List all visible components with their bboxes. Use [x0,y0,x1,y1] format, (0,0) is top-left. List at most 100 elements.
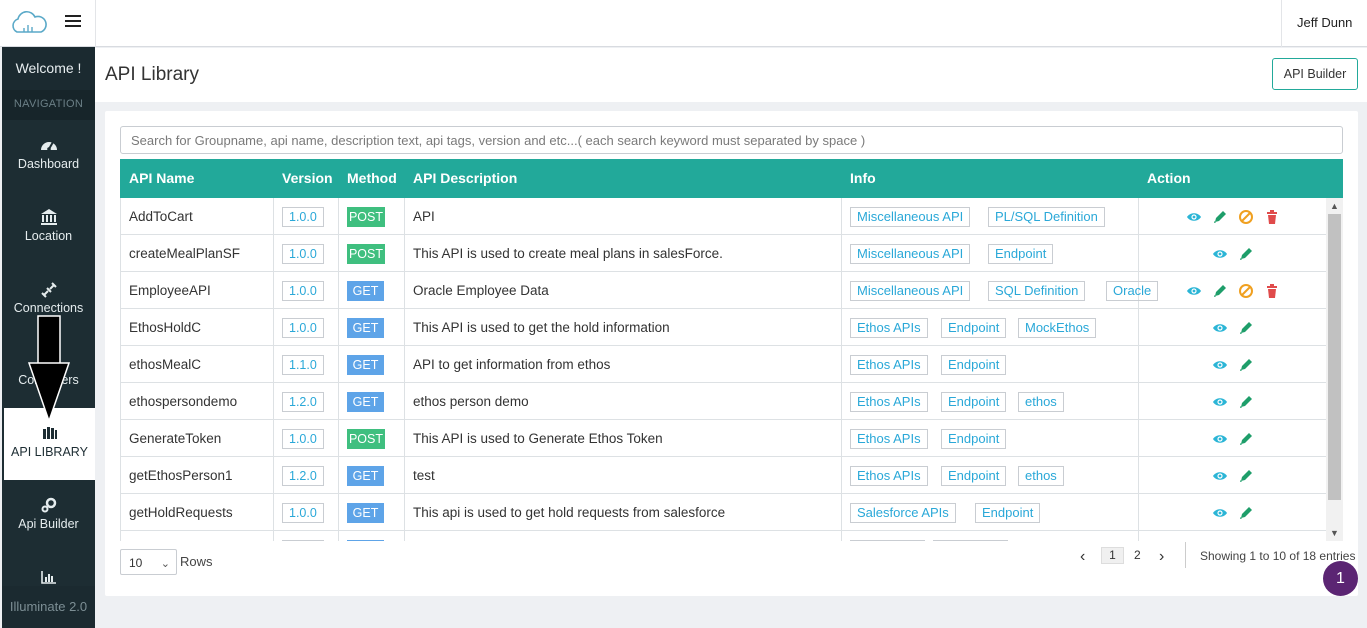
sidebar-item-location[interactable]: Location [2,192,95,264]
info-tag[interactable]: Oracle [1106,281,1159,301]
edit-icon[interactable] [1238,320,1254,336]
info-tag[interactable]: Endpoint [941,392,1007,412]
api-description: API to get information from ethos [413,357,611,372]
view-icon[interactable] [1186,283,1202,299]
view-icon[interactable] [1212,431,1228,447]
page-1-button[interactable]: 1 [1101,547,1124,564]
view-icon[interactable] [1212,246,1228,262]
column-header-version[interactable]: Version [282,170,333,186]
info-tag[interactable]: Miscellaneous API [850,207,971,227]
delete-icon[interactable] [1264,283,1280,299]
api-name: ethospersondemo [129,394,238,409]
view-icon[interactable] [1186,209,1202,225]
sidebar-item-connections[interactable]: Connections [2,264,95,336]
column-divider [1138,457,1139,494]
info-tag[interactable]: Endpoint [941,429,1007,449]
disable-icon[interactable] [1238,283,1254,299]
info-tag[interactable] [850,540,925,541]
info-tag[interactable]: SQL Definition [988,281,1086,301]
column-header-info[interactable]: Info [850,170,876,186]
info-tag[interactable]: Ethos APIs [850,392,928,412]
column-header-api-name[interactable]: API Name [129,170,194,186]
pager-divider [1185,542,1186,568]
edit-icon[interactable] [1238,357,1254,373]
info-tag[interactable]: PL/SQL Definition [988,207,1105,227]
sidebar-item-containers[interactable]: Containers [2,336,95,408]
info-tag[interactable]: Endpoint [988,244,1054,264]
sidebar-item-api-library[interactable]: API LIBRARY [4,408,95,480]
info-tag[interactable]: Endpoint [941,466,1007,486]
previous-page-icon[interactable]: ‹ [1080,548,1085,566]
table-row[interactable]: createMealPlanSF 1.0.0 POST This API is use… [121,235,1327,272]
disable-icon[interactable] [1238,209,1254,225]
table-row[interactable]: GenerateToken 1.0.0 POST This API is used t… [121,420,1327,457]
view-icon[interactable] [1212,320,1228,336]
table-row[interactable]: EmployeeAPI 1.0.0 GET Oracle Employee Data M… [121,272,1327,309]
info-tag[interactable]: Ethos APIs [850,318,928,338]
scroll-up-icon[interactable]: ▲ [1330,201,1339,211]
info-tag[interactable] [933,540,1008,541]
page-2-button[interactable]: 2 [1134,548,1141,562]
table-row[interactable]: GET [121,531,1327,541]
table-row[interactable]: ethospersondemo 1.2.0 GET ethos person demo… [121,383,1327,420]
edit-icon[interactable] [1212,209,1228,225]
table-row[interactable]: getEthosPerson1 1.2.0 GET test Ethos APIs End… [121,457,1327,494]
view-icon[interactable] [1212,394,1228,410]
info-tag[interactable]: Endpoint [975,503,1041,523]
info-tag[interactable]: Miscellaneous API [850,244,971,264]
user-menu[interactable]: Jeff Dunn [1297,15,1352,30]
search-input[interactable] [120,126,1343,154]
edit-icon[interactable] [1238,505,1254,521]
info-tag[interactable]: Endpoint [941,355,1007,375]
edit-icon[interactable] [1238,246,1254,262]
api-library-card: API Name Version Method API Description … [105,111,1358,596]
api-builder-button[interactable]: API Builder [1272,58,1358,90]
info-tag[interactable]: Endpoint [941,318,1007,338]
column-header-method[interactable]: Method [347,170,397,186]
column-divider [338,198,339,235]
sidebar-item-label: Dashboard [17,157,80,171]
version-badge: 1.2.0 [282,392,324,412]
info-tag[interactable]: Miscellaneous API [850,281,971,301]
column-header-api-description[interactable]: API Description [413,170,517,186]
table-row[interactable]: AddToCart 1.0.0 POST API Miscellaneous API PL… [121,198,1327,235]
edit-icon[interactable] [1238,468,1254,484]
delete-icon[interactable] [1264,209,1280,225]
scroll-down-icon[interactable]: ▼ [1330,528,1339,538]
view-icon[interactable] [1212,357,1228,373]
api-name: AddToCart [129,209,193,224]
info-tag[interactable]: Ethos APIs [850,466,928,486]
rows-per-page-select[interactable]: 10 ⌄ [120,549,177,575]
edit-icon[interactable] [1238,394,1254,410]
table-scrollbar[interactable]: ▲ ▼ [1326,198,1343,541]
info-tag[interactable]: Salesforce APIs [850,503,956,523]
nav-section-label: NAVIGATION [2,90,95,120]
api-description: This api is used to get hold requests fr… [413,505,726,520]
cloud-logo-icon[interactable] [8,8,48,38]
notification-badge[interactable]: 1 [1323,561,1358,596]
table-body: AddToCart 1.0.0 POST API Miscellaneous API PL… [120,198,1343,541]
view-icon[interactable] [1212,468,1228,484]
next-page-icon[interactable]: › [1159,548,1164,566]
sidebar-item-dashboard[interactable]: Dashboard [2,120,95,192]
rows-label: Rows [180,554,213,569]
version-badge: 1.1.0 [282,355,324,375]
info-tag[interactable]: Ethos APIs [850,355,928,375]
sidebar-item-api-builder[interactable]: Api Builder [2,480,95,552]
view-icon[interactable] [1212,505,1228,521]
info-tag[interactable]: Ethos APIs [850,429,928,449]
info-tag[interactable]: ethos [1018,392,1064,412]
info-tag[interactable]: ethos [1018,466,1064,486]
scrollbar-thumb[interactable] [1328,214,1341,500]
api-description: This API is used to Generate Ethos Token [413,431,663,446]
api-description: This API is used to get the hold informa… [413,320,670,335]
table-row[interactable]: ethosMealC 1.1.0 GET API to get information… [121,346,1327,383]
info-tag[interactable]: MockEthos [1018,318,1097,338]
column-divider [841,457,842,494]
menu-toggle-icon[interactable] [65,12,81,30]
edit-icon[interactable] [1238,431,1254,447]
edit-icon[interactable] [1212,283,1228,299]
table-row[interactable]: getHoldRequests 1.0.0 GET This api is used … [121,494,1327,531]
api-name: ethosMealC [129,357,202,372]
table-row[interactable]: EthosHoldC 1.0.0 GET This API is used to ge… [121,309,1327,346]
